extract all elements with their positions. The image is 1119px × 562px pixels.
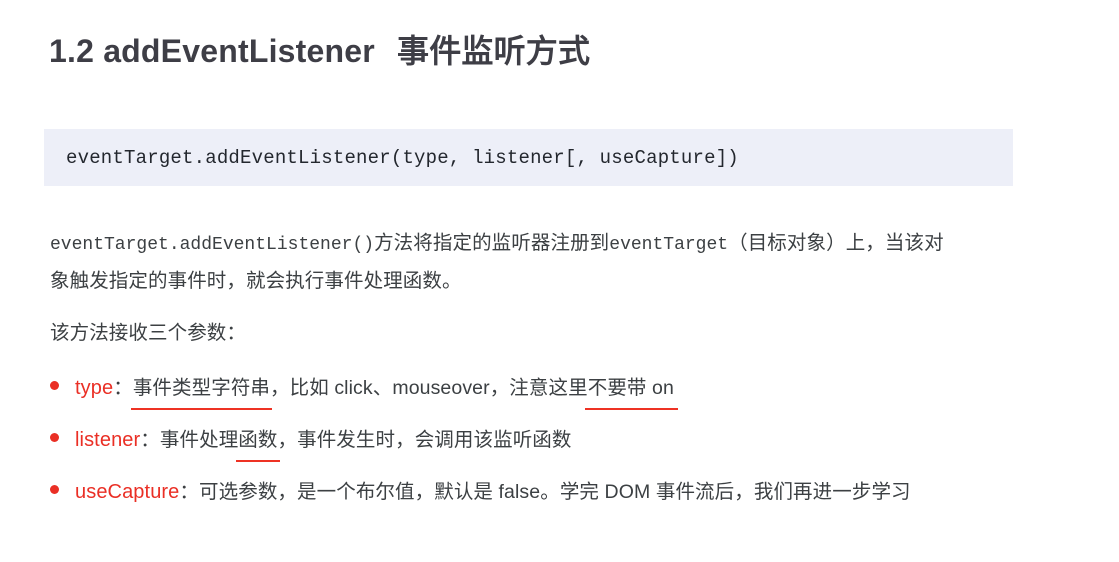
paragraph-description-line-1-text: 方法将指定的监听器注册到 bbox=[374, 232, 610, 254]
list-item-param-listener: listener ： 事件处理 函数 ，事件发生时，会调用该监听函数 bbox=[50, 424, 572, 462]
paragraph-description-line-1: eventTarget.addEventListener()方法将指定的监听器注… bbox=[50, 224, 944, 264]
param-type-text-mid: ，比如 click、mouseover，注意这里 bbox=[270, 377, 588, 399]
page-title-number: 1.2 bbox=[49, 33, 95, 69]
code-block-text: eventTarget.addEventListener(type, liste… bbox=[66, 146, 739, 169]
param-listener-text-before: 事件处理 bbox=[159, 429, 239, 451]
param-listener-underline-1: 函数 bbox=[236, 424, 280, 462]
param-name-listener: listener bbox=[75, 429, 141, 451]
list-item-param-usecapture: useCapture ： 可选参数，是一个布尔值，默认是 false。学完 DO… bbox=[50, 476, 911, 508]
list-item-param-type: type ： 事件类型字符串 ，比如 click、mouseover，注意这里 … bbox=[50, 372, 679, 410]
bullet-dot-icon bbox=[50, 485, 59, 494]
paragraph-params-intro: 该方法接收三个参数： bbox=[50, 322, 247, 344]
paragraph-description-line-1-text-2: （目标对象）上，当该对 bbox=[728, 232, 944, 254]
inline-code-eventtarget: eventTarget bbox=[609, 235, 729, 255]
page-title-api-name: addEventListener bbox=[103, 33, 375, 69]
param-usecapture-text: 可选参数，是一个布尔值，默认是 false。学完 DOM 事件流后，我们再进一步… bbox=[199, 481, 911, 503]
bullet-dot-icon bbox=[50, 433, 59, 442]
page-title-cjk: 事件监听方式 bbox=[397, 33, 591, 69]
page-title: 1.2 addEventListener 事件监听方式 bbox=[49, 29, 590, 73]
param-name-type: type bbox=[75, 377, 114, 399]
bullet-dot-icon bbox=[50, 381, 59, 390]
param-type-underline-1: 事件类型字符串 bbox=[130, 372, 273, 410]
param-name-usecapture: useCapture bbox=[75, 481, 180, 503]
paragraph-description-line-2: 象触发指定的事件时，就会执行事件处理函数。 bbox=[50, 270, 462, 292]
param-type-underline-2: 不要带 on bbox=[584, 372, 679, 410]
param-separator: ： bbox=[179, 481, 200, 503]
param-separator: ： bbox=[140, 429, 160, 451]
param-separator: ： bbox=[113, 377, 133, 399]
inline-code-addeventlistener: eventTarget.addEventListener() bbox=[50, 235, 375, 255]
param-listener-text-after: ，事件发生时，会调用该监听函数 bbox=[277, 429, 572, 451]
code-block: eventTarget.addEventListener(type, liste… bbox=[44, 129, 1013, 186]
document-page: 1.2 addEventListener 事件监听方式 eventTarget.… bbox=[0, 0, 1119, 562]
